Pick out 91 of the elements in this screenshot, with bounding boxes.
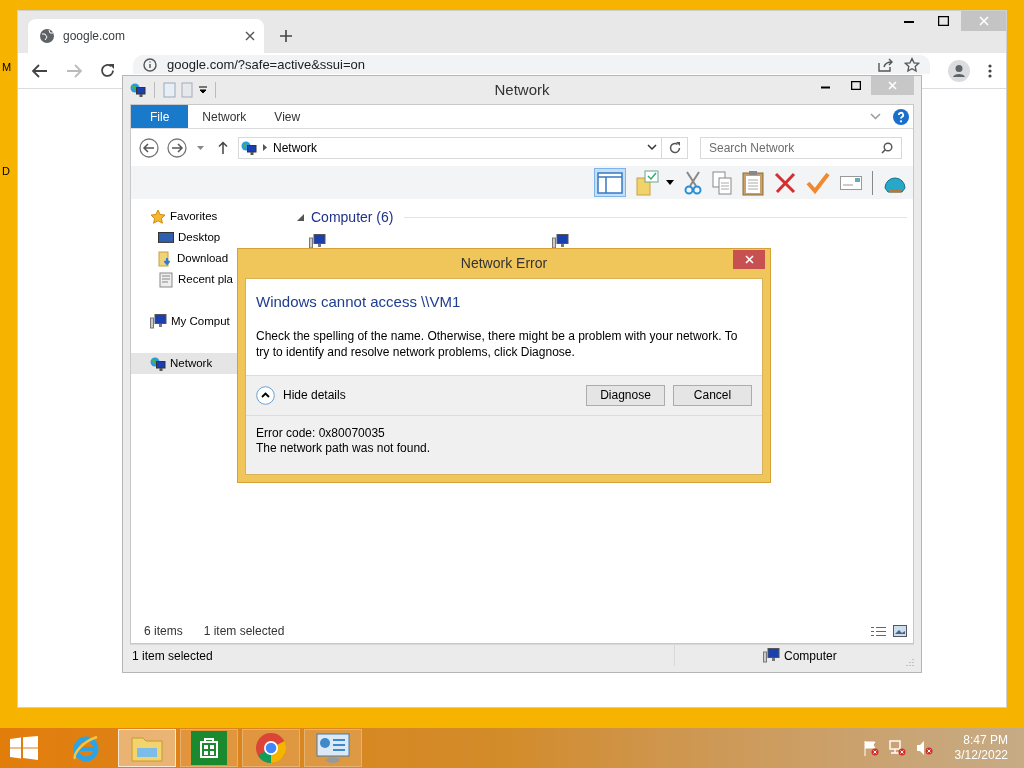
folder-download-icon	[158, 250, 173, 267]
details-toggle[interactable]: Hide details	[256, 385, 346, 405]
dropdown-icon[interactable]	[199, 86, 207, 94]
error-detail: The network path was not found.	[256, 440, 432, 456]
address-field[interactable]: google.com/?safe=active&ssui=on	[133, 55, 930, 74]
computer-icon	[763, 648, 780, 663]
avatar-icon[interactable]	[948, 59, 970, 82]
network-icon	[130, 82, 146, 98]
close-icon	[744, 255, 754, 264]
computer-icon	[150, 314, 167, 329]
maximize-icon[interactable]	[851, 81, 861, 90]
close-icon	[978, 16, 989, 26]
address-bar[interactable]: Network	[238, 136, 662, 159]
speaker-muted-icon[interactable]	[915, 740, 933, 756]
computer-icon	[552, 234, 569, 249]
network-icon	[241, 139, 257, 156]
copy-icon[interactable]	[712, 170, 732, 195]
back-icon[interactable]	[32, 63, 48, 78]
status-text: 1 item selected	[131, 647, 214, 665]
checkmark-icon[interactable]	[806, 171, 830, 194]
maximize-icon[interactable]	[938, 16, 949, 26]
dropdown-icon[interactable]	[666, 180, 674, 185]
forward-icon[interactable]	[167, 137, 187, 158]
nav-item[interactable]: Desktop	[131, 227, 221, 248]
shopping-bag-icon	[191, 731, 227, 765]
close-button[interactable]	[733, 250, 765, 269]
group-header[interactable]: Computer (6)	[297, 207, 907, 228]
layout-pane-button[interactable]	[594, 168, 626, 197]
error-detail: Error code: 0x80070035	[256, 425, 386, 441]
star-outline-icon[interactable]	[904, 56, 920, 73]
window-title: Network	[494, 79, 550, 100]
close-icon	[888, 81, 897, 90]
item-count: 6 items	[144, 623, 183, 640]
star-icon	[150, 208, 166, 225]
dialog-button[interactable]: Diagnose	[586, 384, 665, 406]
status-location: Computer	[784, 647, 837, 665]
share-icon[interactable]	[878, 57, 894, 72]
pane-layout-icon	[597, 171, 623, 194]
recent-places-icon	[158, 271, 174, 288]
chrome-icon	[255, 732, 287, 764]
item-count: 1 item selected	[203, 623, 285, 640]
cut-icon[interactable]	[684, 170, 702, 195]
up-arrow-icon[interactable]	[218, 141, 228, 154]
dialog-button[interactable]: Cancel	[673, 384, 752, 406]
help-icon[interactable]	[893, 108, 909, 125]
info-icon	[143, 57, 157, 72]
refresh-button[interactable]	[662, 136, 688, 159]
browser-tab[interactable]: google.com	[28, 19, 264, 53]
windows-logo-icon[interactable]	[10, 736, 38, 760]
control-panel-icon	[316, 732, 350, 764]
envelope-icon[interactable]	[840, 175, 862, 190]
ribbon-tab[interactable]: View	[260, 105, 315, 128]
reload-icon[interactable]	[100, 63, 115, 78]
folder-icon	[131, 734, 163, 762]
desktop-icon-label: D	[2, 164, 10, 179]
computer-icon	[309, 234, 326, 249]
details-view-icon[interactable]	[871, 625, 886, 637]
search-field[interactable]: Search Network	[700, 136, 902, 159]
taskbar-app[interactable]	[304, 729, 362, 767]
dialog-title: Network Error	[460, 254, 548, 273]
breadcrumb-item[interactable]: Network	[273, 138, 317, 157]
menu-icon[interactable]	[988, 63, 992, 78]
delete-icon[interactable]	[774, 171, 796, 194]
chevron-down-icon[interactable]	[647, 144, 657, 151]
network-error-icon[interactable]	[888, 740, 906, 756]
globe-icon	[39, 28, 55, 44]
new-tab-icon[interactable]	[280, 30, 292, 42]
search-icon	[881, 141, 893, 154]
monitor-icon	[158, 230, 174, 245]
taskbar-app[interactable]	[242, 729, 300, 767]
nav-item[interactable]: My Comput	[131, 311, 230, 332]
chevron-right-icon	[263, 144, 267, 151]
resize-grip-icon[interactable]	[906, 658, 914, 666]
ribbon-tab[interactable]: Network	[188, 105, 261, 128]
thumbnail-view-icon[interactable]	[893, 625, 907, 637]
flag-error-icon[interactable]	[862, 740, 879, 756]
refresh-icon	[668, 141, 681, 154]
nav-item[interactable]: Download	[131, 248, 229, 269]
folder-check-icon[interactable]	[636, 169, 660, 196]
nav-item[interactable]: Favorites	[131, 206, 218, 227]
desktop-icon-label: M	[2, 60, 12, 75]
close-icon[interactable]	[245, 31, 255, 41]
collapse-triangle-icon	[297, 214, 304, 221]
ribbon-tab[interactable]: File	[131, 105, 189, 128]
back-icon[interactable]	[139, 137, 159, 158]
dialog-heading: Windows cannot access \\VM1	[256, 292, 462, 312]
network-icon	[150, 355, 166, 372]
taskbar-app[interactable]	[180, 729, 238, 767]
paste-icon[interactable]	[742, 169, 764, 196]
chevron-up-icon	[256, 385, 275, 405]
nav-item[interactable]: Recent pla	[131, 269, 233, 290]
